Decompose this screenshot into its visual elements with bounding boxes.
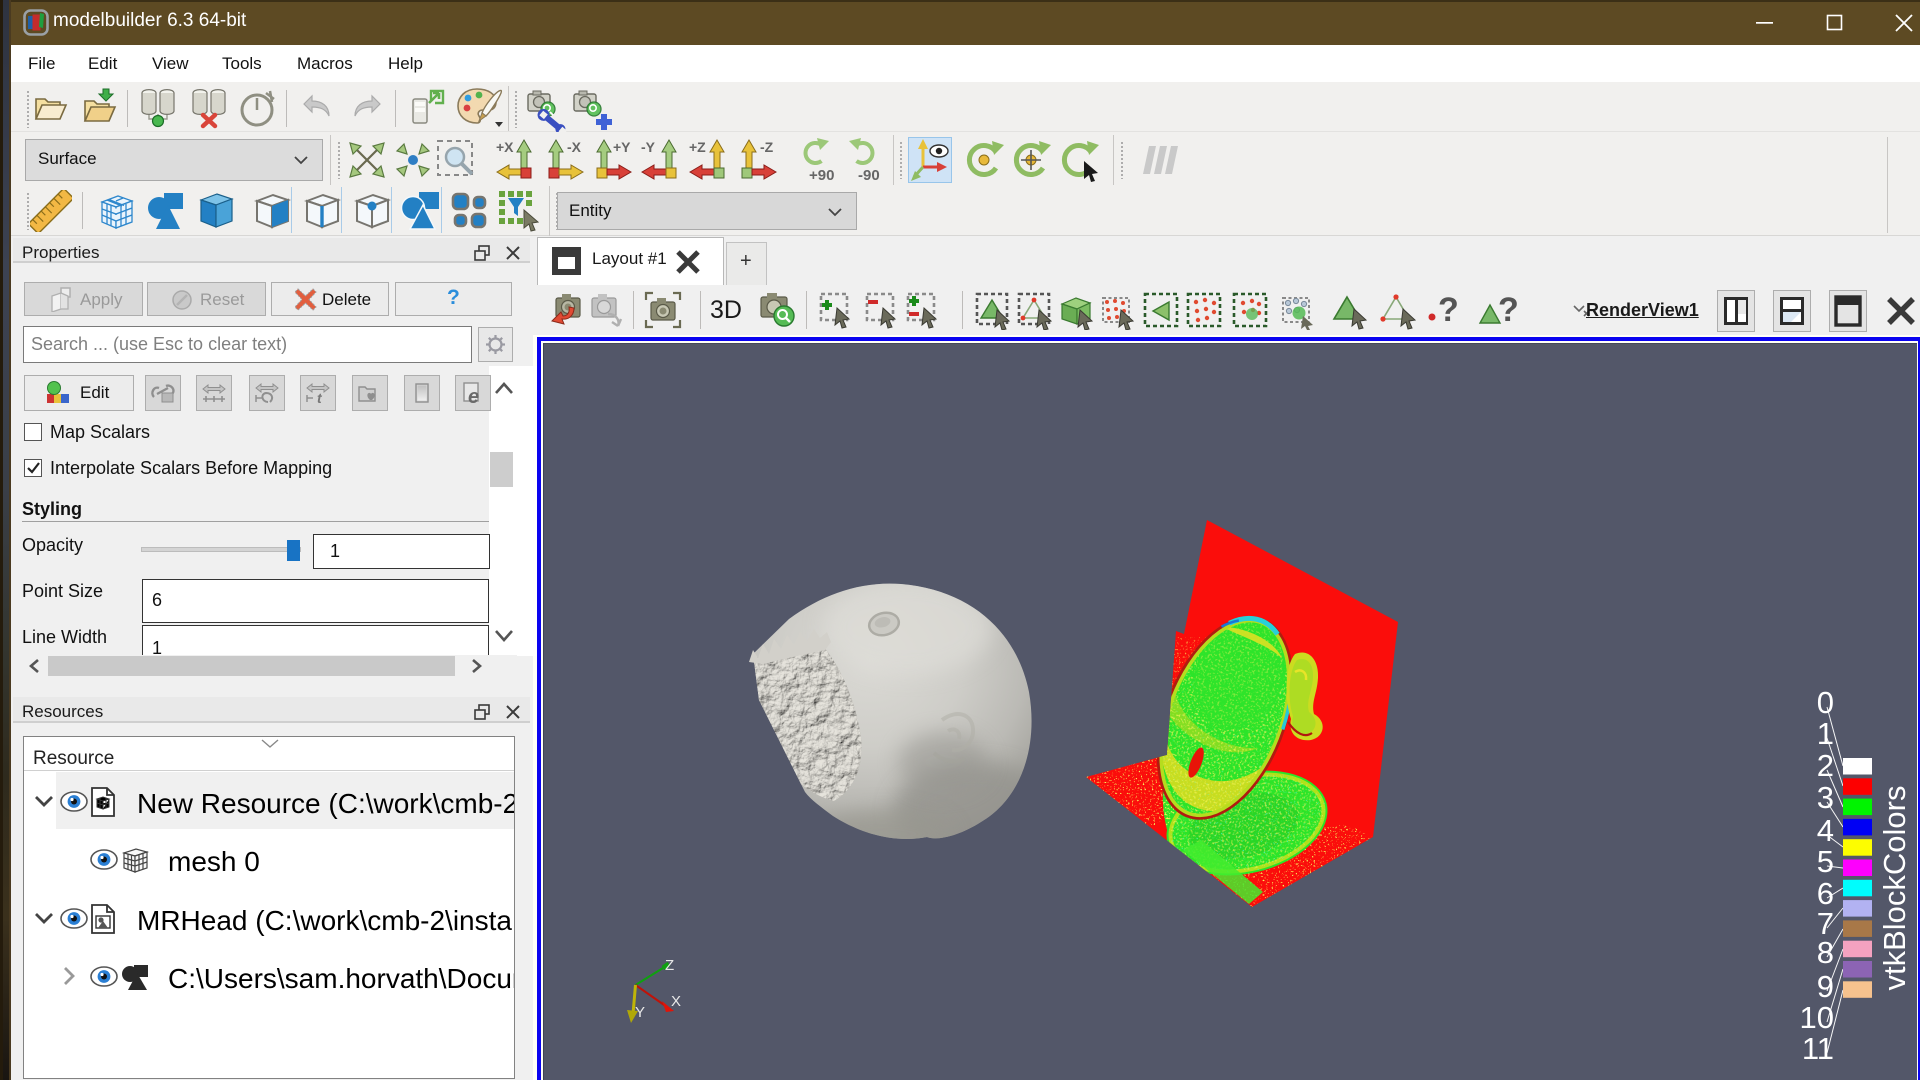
svg-text:9: 9 [1817, 969, 1834, 1004]
svg-text:11: 11 [1802, 1031, 1834, 1066]
svg-text:-Z: -Z [760, 139, 774, 155]
svg-text:vtkBlockColors: vtkBlockColors [1877, 786, 1912, 991]
svg-text:4: 4 [1817, 813, 1834, 848]
svg-text:5: 5 [1817, 844, 1834, 879]
svg-text:0: 0 [1817, 685, 1834, 720]
svg-text:8: 8 [1817, 935, 1834, 970]
svg-text:+Y: +Y [613, 139, 631, 155]
svg-text:e: e [468, 386, 479, 405]
svg-text:-Y: -Y [641, 139, 656, 155]
svg-text:1: 1 [1817, 716, 1834, 751]
svg-text:+X: +X [496, 139, 514, 155]
svg-text:X: X [671, 993, 681, 1010]
svg-text:t: t [317, 390, 323, 405]
svg-text:+90: +90 [809, 167, 834, 182]
svg-text:?: ? [1438, 291, 1459, 329]
svg-text:+Z: +Z [689, 139, 706, 155]
svg-text:?: ? [1498, 291, 1519, 329]
svg-text:-X: -X [567, 139, 582, 155]
svg-text:Y: Y [635, 1004, 645, 1021]
svg-text:-90: -90 [858, 167, 880, 182]
svg-text:Z: Z [665, 957, 674, 974]
svg-text:2: 2 [1817, 748, 1834, 783]
